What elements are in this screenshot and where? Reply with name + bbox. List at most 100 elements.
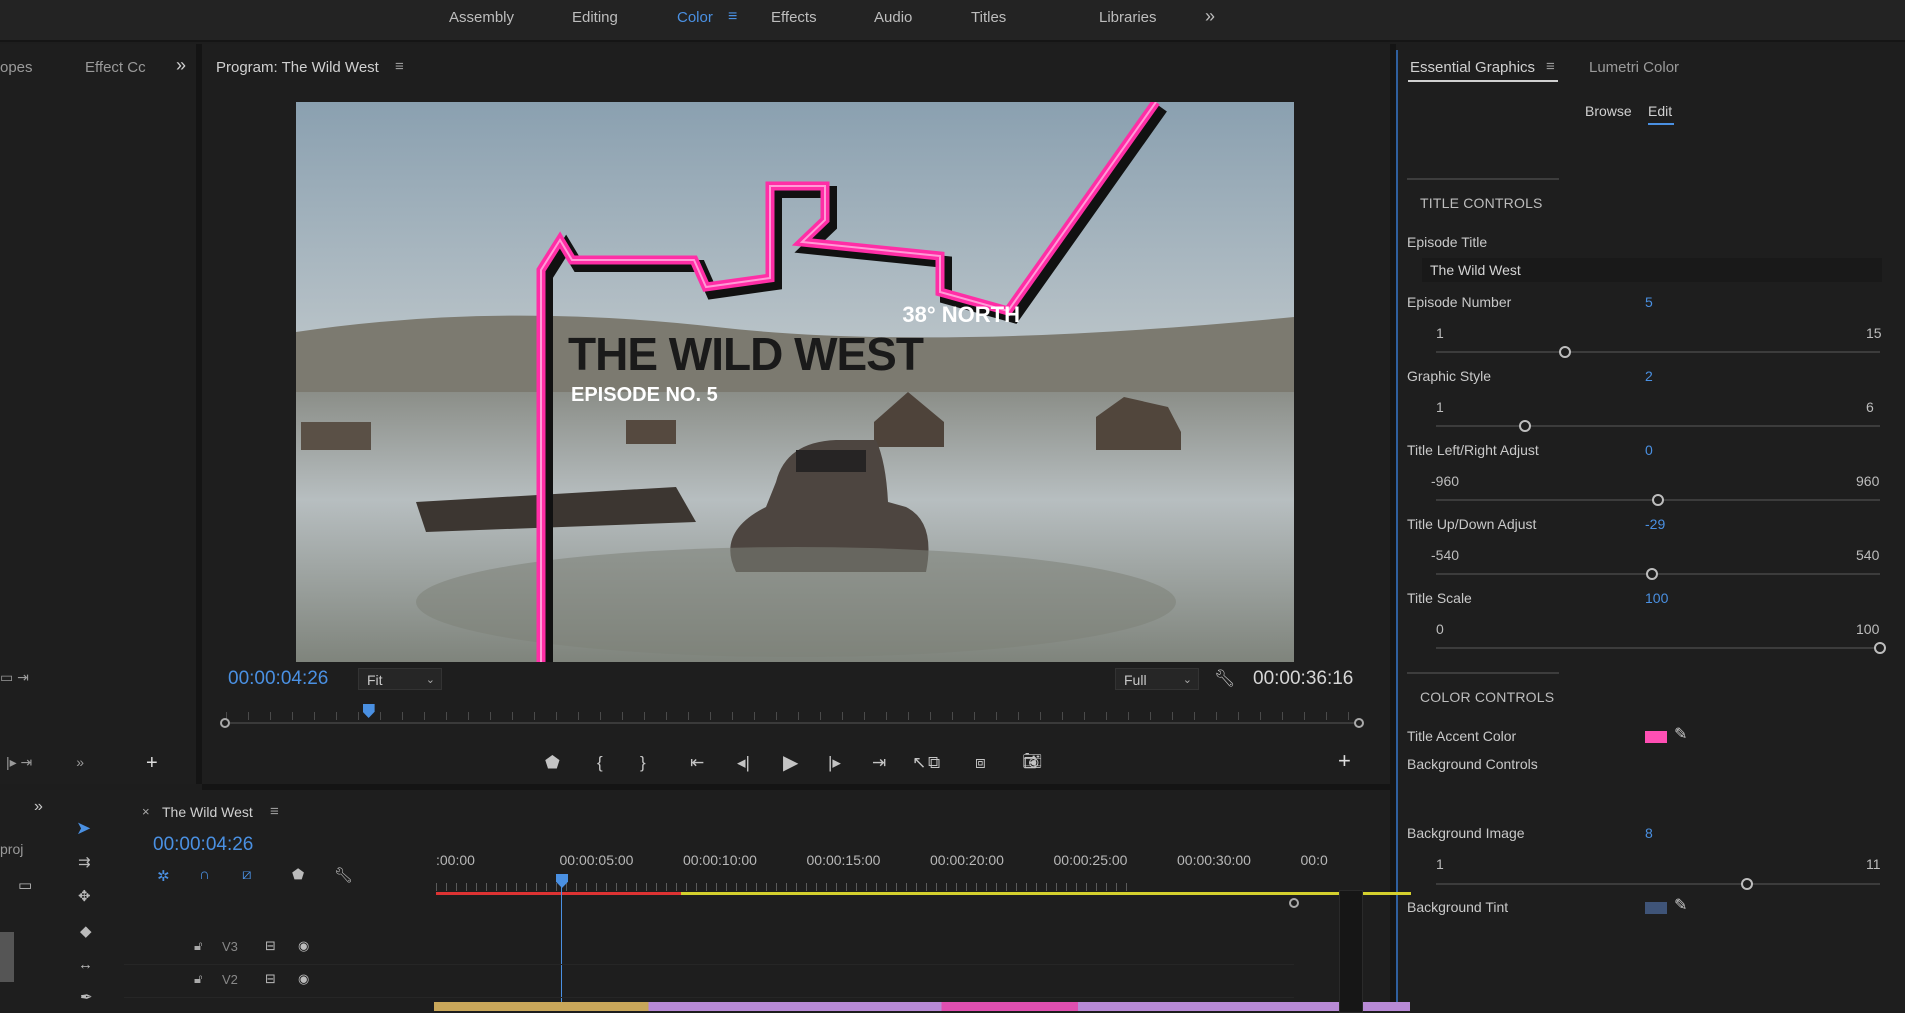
subtab-edit[interactable]: Edit xyxy=(1648,103,1672,119)
audio-meter xyxy=(1339,890,1363,1013)
wrench-icon[interactable]: 🔧︎ xyxy=(1214,668,1236,690)
tools-panel: » proj ▭ ➤ ⇉ ✥ ◆ ↔ ✒ xyxy=(0,790,124,1011)
razor-tool-icon[interactable]: ◆ xyxy=(80,922,92,940)
step-icons[interactable]: |▸ ⇥ » xyxy=(6,754,84,771)
tab-effect-controls[interactable]: Effect Cc xyxy=(85,59,146,76)
slider-track[interactable] xyxy=(1436,647,1880,649)
folder-icon[interactable]: ▭ xyxy=(18,876,32,894)
go-to-out-icon[interactable]: ⇥ xyxy=(872,752,886,774)
slider-value[interactable]: 0 xyxy=(1645,442,1653,458)
overwrite-icon[interactable]: ⧈ xyxy=(975,752,986,774)
ruler-label: 00:00:30:00 xyxy=(1177,852,1251,868)
marker-icon[interactable]: ⬟ xyxy=(545,752,560,774)
slip-tool-icon[interactable]: ↔ xyxy=(78,956,93,973)
slider-track[interactable] xyxy=(1436,351,1880,353)
slider-value[interactable]: 5 xyxy=(1645,294,1653,310)
slider-value[interactable]: -29 xyxy=(1645,516,1665,532)
sync-lock-icon[interactable]: ⊟ xyxy=(265,971,276,987)
zoom-handle[interactable] xyxy=(1289,898,1299,908)
close-icon[interactable]: × xyxy=(142,804,150,819)
workspace-tab-assembly[interactable]: Assembly xyxy=(449,9,514,26)
lock-icon[interactable]: 🔓︎ xyxy=(194,971,202,987)
timeline-timecode[interactable]: 00:00:04:26 xyxy=(153,834,253,856)
clip-strip[interactable] xyxy=(434,1002,1410,1011)
ruler-label: 00:00:05:00 xyxy=(559,852,634,868)
ruler-label: 00:00:20:00 xyxy=(930,852,1004,868)
step-forward-icon[interactable]: |▸ xyxy=(828,752,841,774)
scrub-start-handle[interactable] xyxy=(220,718,230,728)
eye-icon[interactable]: ◉ xyxy=(298,938,309,954)
play-icon[interactable]: ▶ xyxy=(783,752,798,774)
episode-title-input[interactable]: The Wild West xyxy=(1422,258,1882,282)
workspace-tab-titles[interactable]: Titles xyxy=(971,9,1006,26)
eyedropper-icon[interactable]: ✎ xyxy=(1674,895,1687,915)
slider-value[interactable]: 2 xyxy=(1645,368,1653,384)
accent-color-swatch[interactable] xyxy=(1645,731,1667,743)
background-tint-swatch[interactable] xyxy=(1645,902,1667,914)
workspace-tab-audio[interactable]: Audio xyxy=(874,9,912,26)
background-image-slider[interactable] xyxy=(1436,883,1880,885)
nav-icons: ▭ ⇥ xyxy=(0,669,29,685)
zoom-select[interactable]: Fit ⌄ xyxy=(358,668,442,690)
slider-knob[interactable] xyxy=(1652,494,1664,506)
nest-icon[interactable]: ✲ xyxy=(157,867,170,885)
pen-tool-icon[interactable]: ✒ xyxy=(80,988,93,1006)
title-controls-heading: TITLE CONTROLS xyxy=(1420,195,1543,211)
tab-scopes[interactable]: opes xyxy=(0,59,33,76)
add-button-icon[interactable]: + xyxy=(1338,748,1351,774)
step-back-icon[interactable]: ◂| xyxy=(737,752,750,774)
lock-icon[interactable]: 🔓︎ xyxy=(194,938,202,954)
track-label[interactable]: V3 xyxy=(222,939,238,954)
workspace-tab-effects[interactable]: Effects xyxy=(771,9,817,26)
slider-knob[interactable] xyxy=(1646,568,1659,580)
double-chevron-right-icon[interactable]: » xyxy=(34,798,43,816)
track-v3: 🔓︎ V3 ⊟ ◉ xyxy=(124,932,1294,965)
hamburger-menu-icon[interactable]: ≡ xyxy=(1546,58,1555,75)
add-marker-icon[interactable]: ⬟ xyxy=(292,866,304,883)
current-timecode[interactable]: 00:00:04:26 xyxy=(228,668,328,690)
track-label[interactable]: V2 xyxy=(222,972,238,987)
add-button-icon[interactable]: + xyxy=(146,752,158,775)
sync-lock-icon[interactable]: ⊟ xyxy=(265,938,276,954)
linked-selection-icon[interactable]: ⧄ xyxy=(242,866,252,883)
mark-in-icon[interactable]: { xyxy=(597,752,603,774)
go-to-in-icon[interactable]: ⇤ xyxy=(690,752,704,774)
slider-knob[interactable] xyxy=(1558,346,1571,358)
workspace-tab-editing[interactable]: Editing xyxy=(572,9,618,26)
double-chevron-right-icon[interactable]: » xyxy=(176,55,186,76)
program-video-frame[interactable]: 38° NORTH THE WILD WEST EPISODE NO. 5 xyxy=(296,102,1294,662)
double-chevron-right-icon[interactable]: » xyxy=(1205,6,1215,27)
thumbnail[interactable] xyxy=(0,932,14,982)
slider-knob[interactable] xyxy=(1518,420,1531,432)
eyedropper-icon[interactable]: ✎ xyxy=(1674,724,1687,744)
car-window xyxy=(796,450,866,472)
slider-knob[interactable] xyxy=(1874,642,1886,654)
insert-icon[interactable]: ⧉ xyxy=(928,752,940,774)
track-select-icon[interactable]: ⇉ xyxy=(78,853,91,871)
export-frame-icon[interactable]: 📷︎ xyxy=(1022,751,1042,773)
slider-track[interactable] xyxy=(1436,425,1880,427)
program-scrub-bar[interactable] xyxy=(218,704,1366,730)
wrench-icon[interactable]: 🔧︎ xyxy=(334,866,353,884)
hamburger-menu-icon[interactable]: ≡ xyxy=(395,58,404,75)
hamburger-menu-icon[interactable]: ≡ xyxy=(728,8,737,26)
slider-value[interactable]: 100 xyxy=(1645,590,1668,606)
ripple-edit-icon[interactable]: ✥ xyxy=(78,887,91,905)
tab-essential-graphics[interactable]: Essential Graphics xyxy=(1410,59,1535,76)
workspace-tab-color[interactable]: Color xyxy=(677,9,713,26)
program-monitor-title[interactable]: Program: The Wild West xyxy=(216,59,379,76)
tab-lumetri-color[interactable]: Lumetri Color xyxy=(1589,59,1679,76)
scrub-end-handle[interactable] xyxy=(1354,718,1364,728)
workspace-tab-libraries[interactable]: Libraries xyxy=(1099,9,1157,26)
eye-icon[interactable]: ◉ xyxy=(298,971,309,987)
sequence-tab[interactable]: The Wild West xyxy=(162,804,253,820)
active-tab-underline xyxy=(1408,80,1558,82)
hamburger-menu-icon[interactable]: ≡ xyxy=(270,803,279,820)
snap-icon[interactable]: ∩ xyxy=(199,866,210,883)
slider-knob[interactable] xyxy=(1740,878,1753,890)
selection-tool-icon[interactable]: ➤ xyxy=(76,818,91,839)
resolution-select[interactable]: Full ⌄ xyxy=(1115,668,1199,690)
subtab-browse[interactable]: Browse xyxy=(1585,103,1632,119)
background-image-value[interactable]: 8 xyxy=(1645,825,1653,841)
mark-out-icon[interactable]: } xyxy=(640,752,646,774)
